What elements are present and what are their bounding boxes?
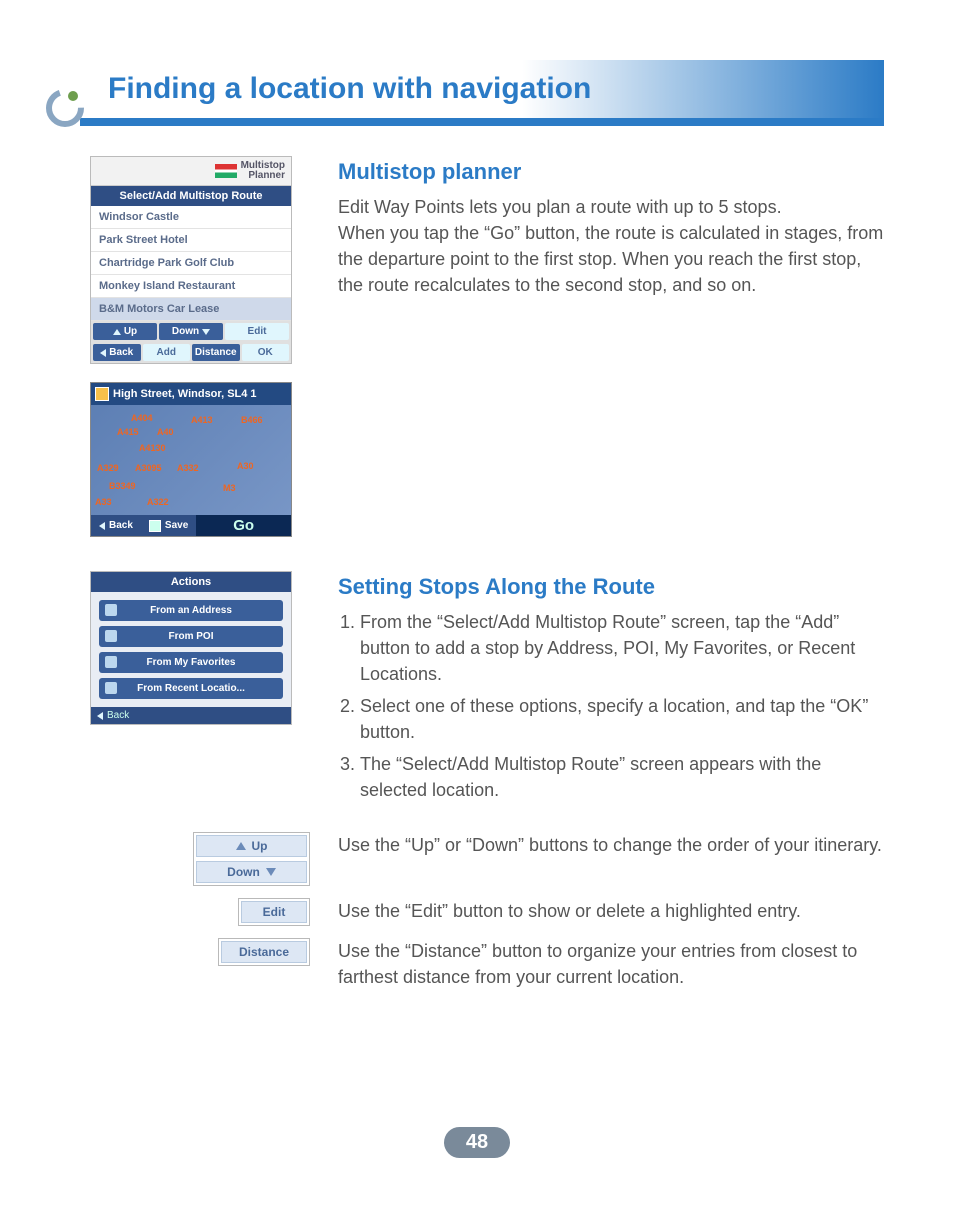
action-from-favorites[interactable]: From My Favorites (99, 652, 283, 673)
actions-title: Actions (91, 572, 291, 592)
edit-inset: Edit (238, 898, 310, 926)
address-icon (105, 604, 117, 616)
step-item: Select one of these options, specify a l… (360, 693, 884, 745)
arrow-down-icon (202, 329, 210, 335)
actions-back-button[interactable]: Back (91, 707, 291, 724)
distance-desc: Use the “Distance” button to organize yo… (338, 938, 884, 990)
route-item[interactable]: Windsor Castle (91, 206, 291, 229)
actions-back-label: Back (107, 710, 129, 721)
inset-up-label: Up (252, 839, 268, 853)
road-label: M3 (223, 483, 236, 493)
route-item[interactable]: Monkey Island Restaurant (91, 275, 291, 298)
route-item[interactable]: Chartridge Park Golf Club (91, 252, 291, 275)
inset-down-button[interactable]: Down (196, 861, 307, 883)
poi-icon (105, 630, 117, 642)
distance-button[interactable]: Distance (192, 344, 240, 361)
add-button[interactable]: Add (143, 344, 191, 361)
arrow-left-icon (100, 349, 106, 357)
edit-button[interactable]: Edit (225, 323, 289, 340)
road-label: A413 (191, 415, 213, 425)
map-address: High Street, Windsor, SL4 1 (113, 388, 257, 400)
arrow-up-icon (113, 329, 121, 335)
road-label: A30 (237, 461, 254, 471)
up-button[interactable]: Up (93, 323, 157, 340)
road-label: A329 (97, 463, 119, 473)
recent-icon (105, 682, 117, 694)
road-label: A3095 (135, 463, 162, 473)
page-number: 48 (444, 1127, 510, 1158)
distance-inset: Distance (218, 938, 310, 966)
down-button[interactable]: Down (159, 323, 223, 340)
action-label: From an Address (150, 605, 232, 616)
road-label: A404 (131, 413, 153, 423)
multistop-body: Edit Way Points lets you plan a route wi… (338, 194, 884, 298)
ok-button[interactable]: OK (242, 344, 290, 361)
road-label: A322 (147, 497, 169, 507)
page-number-wrap: 48 (0, 1127, 954, 1158)
action-from-address[interactable]: From an Address (99, 600, 283, 621)
action-from-recent[interactable]: From Recent Locatio... (99, 678, 283, 699)
back-label: Back (109, 347, 133, 358)
action-label: From POI (168, 631, 213, 642)
back-button[interactable]: Back (93, 344, 141, 361)
map-save-label: Save (165, 520, 188, 531)
page-header: Finding a location with navigation (50, 60, 884, 126)
map-go-button[interactable]: Go (196, 515, 291, 536)
down-label: Down (172, 326, 199, 337)
inset-down-label: Down (227, 865, 260, 879)
arrow-left-icon (99, 522, 105, 530)
arrow-up-icon (236, 842, 246, 850)
map-save-button[interactable]: Save (141, 515, 196, 536)
road-label: A40 (157, 427, 174, 437)
route-item[interactable]: Park Street Hotel (91, 229, 291, 252)
action-from-poi[interactable]: From POI (99, 626, 283, 647)
favorites-icon (105, 656, 117, 668)
road-label: A33 (95, 497, 112, 507)
map-back-label: Back (109, 520, 133, 531)
multistop-route-screen: Multistop Planner Select/Add Multistop R… (90, 156, 292, 364)
up-label: Up (124, 326, 137, 337)
page-title: Finding a location with navigation (108, 72, 591, 106)
step-item: The “Select/Add Multistop Route” screen … (360, 751, 884, 803)
map-back-button[interactable]: Back (91, 515, 141, 536)
inset-up-button[interactable]: Up (196, 835, 307, 857)
road-label: A415 (117, 427, 139, 437)
sat-icon (95, 387, 109, 401)
road-label: A4130 (139, 443, 166, 453)
road-label: B3349 (109, 481, 136, 491)
updown-desc: Use the “Up” or “Down” buttons to change… (338, 832, 884, 858)
inset-distance-button[interactable]: Distance (221, 941, 307, 963)
route-flag-icon (215, 164, 237, 178)
road-label: A332 (177, 463, 199, 473)
inset-edit-button[interactable]: Edit (241, 901, 307, 923)
screen-header-label: Multistop Planner (241, 161, 285, 181)
road-label: B466 (241, 415, 263, 425)
save-icon (149, 520, 161, 532)
arrow-down-icon (266, 868, 276, 876)
route-item[interactable]: B&M Motors Car Lease (91, 298, 291, 321)
arrow-left-icon (97, 712, 103, 720)
multistop-heading: Multistop planner (338, 156, 884, 188)
action-label: From My Favorites (147, 657, 236, 668)
step-item: From the “Select/Add Multistop Route” sc… (360, 609, 884, 687)
actions-screen: Actions From an Address From POI From My… (90, 571, 292, 725)
action-label: From Recent Locatio... (137, 683, 245, 694)
swish-icon (45, 88, 85, 128)
map-preview-screen: High Street, Windsor, SL4 1 A404 A413 A4… (90, 382, 292, 537)
map-canvas[interactable]: A404 A413 A415 A40 A4130 A329 A3095 A332… (91, 405, 291, 515)
updown-inset: Up Down (193, 832, 310, 886)
stops-heading: Setting Stops Along the Route (338, 571, 884, 603)
edit-desc: Use the “Edit” button to show or delete … (338, 898, 884, 924)
list-title: Select/Add Multistop Route (91, 186, 291, 206)
